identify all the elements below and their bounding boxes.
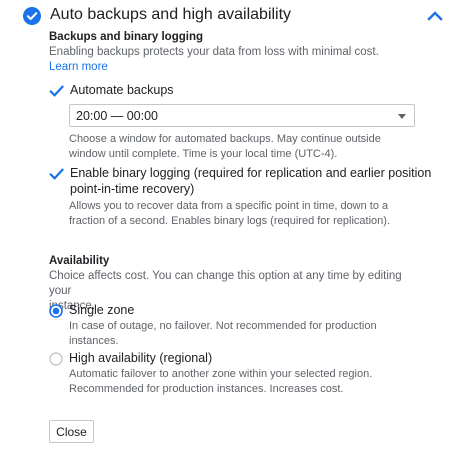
automate-backups-label: Automate backups: [70, 83, 174, 97]
automate-backups-checkbox[interactable]: [49, 84, 64, 99]
single-zone-help: In case of outage, no failover. Not reco…: [69, 319, 377, 349]
high-availability-help-line: Automatic failover to another zone withi…: [69, 368, 373, 380]
section-title: Auto backups and high availability: [50, 6, 292, 23]
binary-logging-checkbox[interactable]: [49, 167, 64, 182]
high-availability-label: High availability (regional): [69, 351, 213, 365]
section-header[interactable]: Auto backups and high availability: [0, 0, 467, 32]
binary-logging-help-line: Allows you to recover data from a specif…: [69, 200, 389, 212]
backups-desc-text: Enabling backups protects your data from…: [49, 46, 379, 58]
high-availability-radio[interactable]: [49, 352, 63, 366]
backups-section: Backups and binary logging Enabling back…: [49, 30, 409, 75]
binary-logging-label-line: Enable binary logging (required for repl…: [70, 166, 432, 180]
binary-logging-help: Allows you to recover data from a specif…: [69, 199, 390, 229]
dropdown-arrow-icon: [398, 114, 406, 119]
backups-description: Enabling backups protects your data from…: [49, 45, 409, 75]
check-circle-icon: [23, 7, 41, 25]
single-zone-help-line: instances.: [69, 335, 119, 347]
single-zone-radio[interactable]: [49, 304, 63, 318]
single-zone-label: Single zone: [69, 303, 135, 317]
high-availability-help-line: Recommended for production instances. In…: [69, 383, 344, 395]
chevron-up-icon[interactable]: [426, 8, 444, 24]
binary-logging-label: Enable binary logging (required for repl…: [70, 165, 431, 197]
backup-window-help-line: window until complete. Time is your loca…: [69, 148, 338, 160]
backups-title: Backups and binary logging: [49, 31, 203, 43]
binary-logging-row[interactable]: Enable binary logging (required for repl…: [49, 165, 431, 197]
backup-window-help: Choose a window for automated backups. M…: [69, 132, 381, 162]
backup-window-help-line: Choose a window for automated backups. M…: [69, 133, 381, 145]
backup-window-select[interactable]: 20:00 — 00:00: [69, 104, 415, 127]
backup-window-value: 20:00 — 00:00: [76, 109, 159, 123]
radio-high-availability[interactable]: High availability (regional): [49, 350, 212, 366]
automate-backups-row[interactable]: Automate backups: [49, 82, 174, 99]
radio-single-zone[interactable]: Single zone: [49, 302, 134, 318]
binary-logging-help-line: fraction of a second. Enables binary log…: [69, 215, 391, 227]
single-zone-help-line: In case of outage, no failover. Not reco…: [69, 320, 377, 332]
availability-title: Availability: [49, 255, 110, 267]
binary-logging-label-line: point-in-time recovery): [70, 182, 195, 196]
availability-desc-line: Choice affects cost. You can change this…: [49, 270, 402, 297]
high-availability-help: Automatic failover to another zone withi…: [69, 367, 372, 397]
learn-more-link[interactable]: Learn more: [49, 61, 108, 73]
close-button[interactable]: Close: [49, 420, 94, 443]
